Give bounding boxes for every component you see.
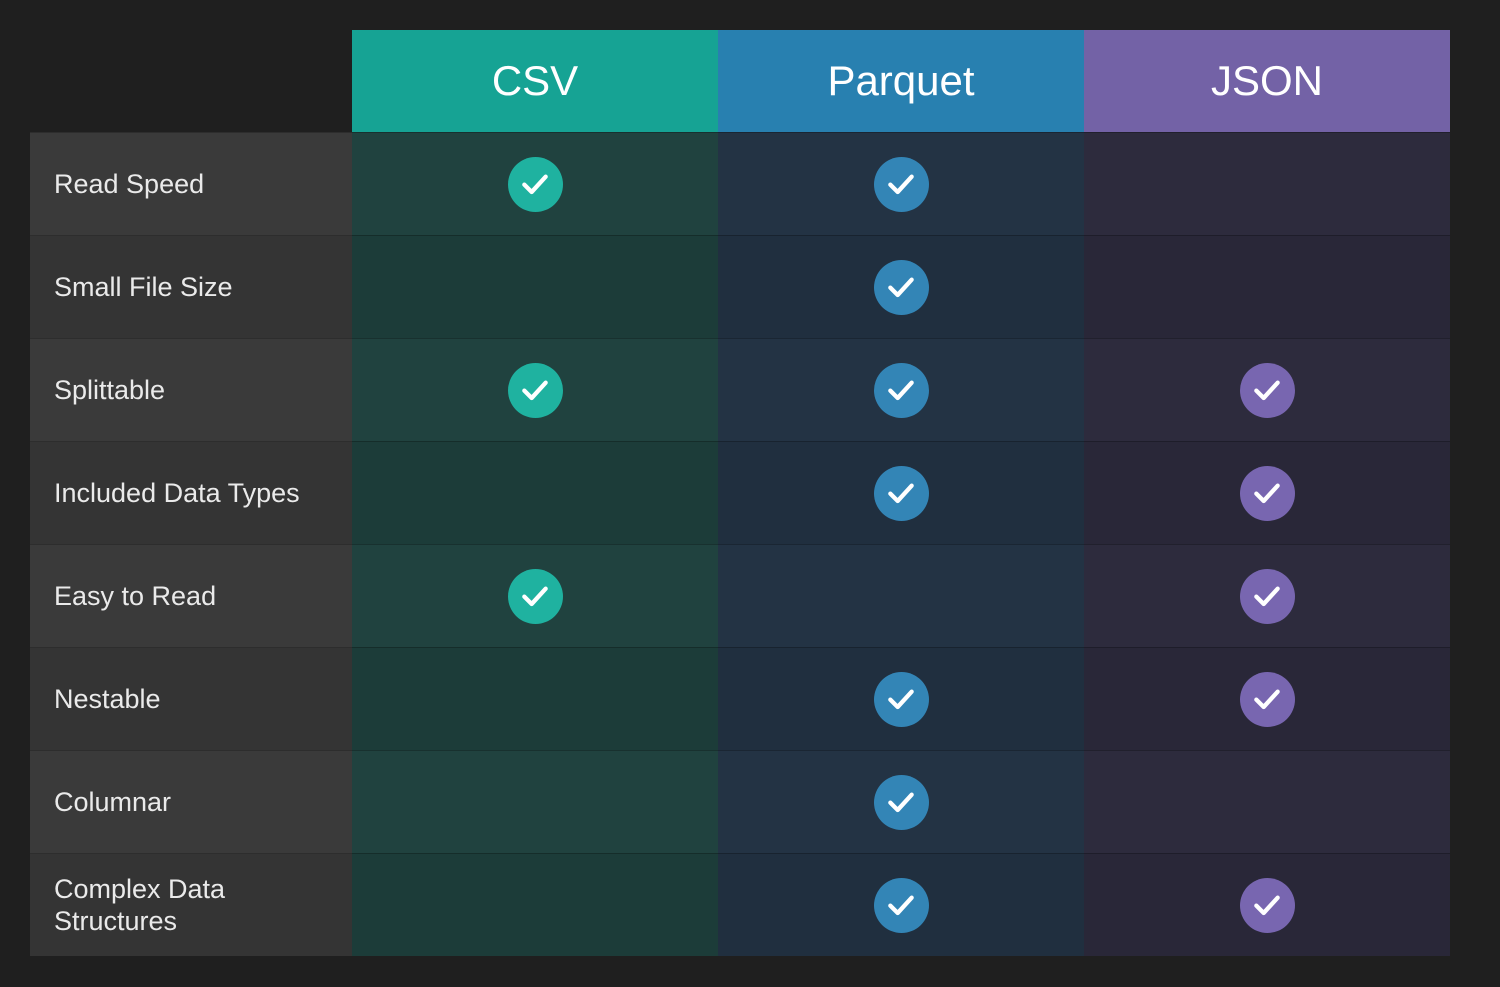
table-cell [1084, 544, 1450, 647]
table-cell [718, 750, 1084, 853]
row-label: Splittable [30, 338, 352, 441]
checkmark-icon [874, 157, 929, 212]
table-cell [1084, 647, 1450, 750]
row-label: Small File Size [30, 235, 352, 338]
table-cell [352, 647, 718, 750]
checkmark-icon [874, 466, 929, 521]
checkmark-icon [874, 260, 929, 315]
table-cell [1084, 338, 1450, 441]
row-label-text: Complex Data Structures [54, 873, 352, 938]
table-cell [718, 853, 1084, 956]
table-cell [1084, 750, 1450, 853]
table-cell [718, 647, 1084, 750]
column-header-json: JSON [1084, 30, 1450, 132]
table-cell [352, 235, 718, 338]
table-cell [1084, 235, 1450, 338]
table-cell [718, 441, 1084, 544]
column-header-parquet: Parquet [718, 30, 1084, 132]
table-cell [718, 235, 1084, 338]
row-label: Included Data Types [30, 441, 352, 544]
table-cell [1084, 853, 1450, 956]
checkmark-icon [1240, 466, 1295, 521]
checkmark-icon [508, 157, 563, 212]
checkmark-icon [874, 878, 929, 933]
column-header-label: CSV [492, 57, 578, 105]
table-cell [718, 338, 1084, 441]
checkmark-icon [874, 363, 929, 418]
table-cell [718, 544, 1084, 647]
column-header-csv: CSV [352, 30, 718, 132]
row-label-text: Included Data Types [54, 477, 300, 509]
column-header-label: JSON [1211, 57, 1323, 105]
table-cell [1084, 441, 1450, 544]
table-cell [352, 132, 718, 235]
row-label-text: Easy to Read [54, 580, 216, 612]
row-label-text: Nestable [54, 683, 161, 715]
checkmark-icon [1240, 363, 1295, 418]
row-label-text: Small File Size [54, 271, 233, 303]
row-label-text: Columnar [54, 786, 171, 818]
comparison-table: CSV Parquet JSON Read Speed Small File Si… [30, 30, 1450, 956]
row-label: Read Speed [30, 132, 352, 235]
row-label: Easy to Read [30, 544, 352, 647]
row-label: Nestable [30, 647, 352, 750]
table-cell [718, 132, 1084, 235]
table-cell [352, 544, 718, 647]
table-cell [1084, 132, 1450, 235]
checkmark-icon [508, 363, 563, 418]
row-label: Columnar [30, 750, 352, 853]
checkmark-icon [508, 569, 563, 624]
checkmark-icon [874, 775, 929, 830]
table-cell [352, 441, 718, 544]
checkmark-icon [1240, 672, 1295, 727]
table-corner [30, 30, 352, 132]
row-label-text: Splittable [54, 374, 165, 406]
checkmark-icon [874, 672, 929, 727]
table-cell [352, 750, 718, 853]
table-cell [352, 853, 718, 956]
row-label-text: Read Speed [54, 168, 204, 200]
column-header-label: Parquet [827, 57, 974, 105]
row-label: Complex Data Structures [30, 853, 352, 956]
checkmark-icon [1240, 569, 1295, 624]
checkmark-icon [1240, 878, 1295, 933]
table-cell [352, 338, 718, 441]
